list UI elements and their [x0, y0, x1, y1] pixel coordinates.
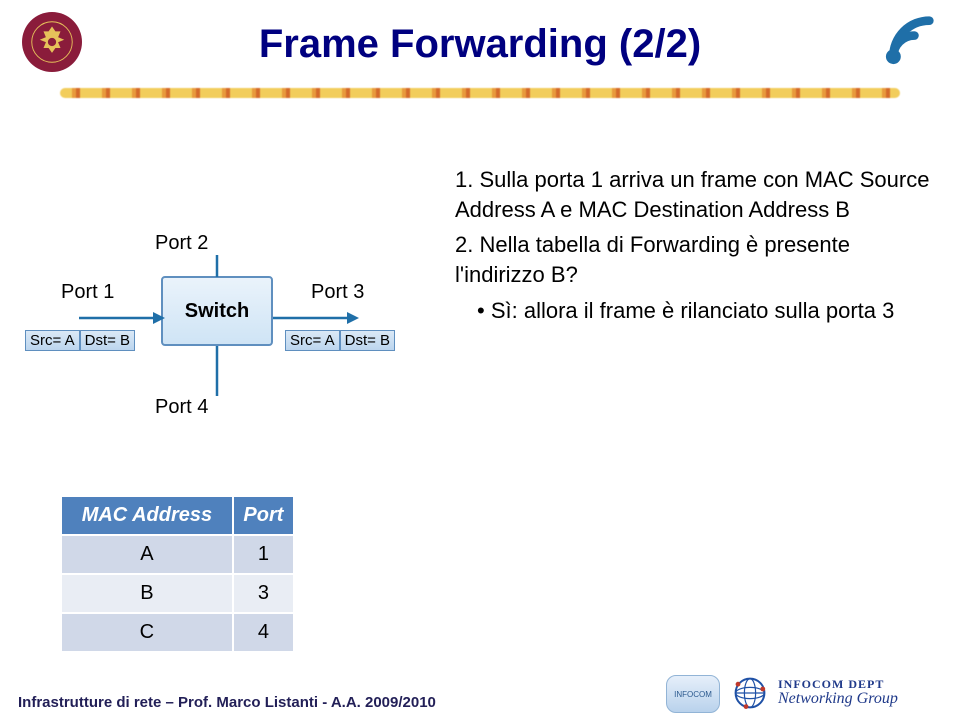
switch-diagram: Switch Port 2 Port 1 Port 3 Port 4 [25, 170, 425, 460]
table-cell-port: 4 [233, 613, 294, 652]
table-row: C 4 [61, 613, 294, 652]
footer-badge-networking: INFOCOM DEPT Networking Group [730, 671, 940, 715]
forwarding-table: MAC Address Port A 1 B 3 C 4 [60, 495, 295, 653]
footer-badge-infocom: INFOCOM [666, 675, 720, 713]
frame-right-dst: Dst= B [340, 330, 395, 351]
switch-label: Switch [185, 300, 249, 323]
port-2-label: Port 2 [155, 232, 208, 255]
arrow-out-port3 [273, 308, 363, 328]
footer-badge-line2: Networking Group [778, 691, 898, 708]
globe-icon [730, 673, 770, 713]
table-cell-port: 3 [233, 574, 294, 613]
bullet-item-2: 2. Nella tabella di Forwarding è present… [455, 230, 935, 289]
footer-text: Infrastrutture di rete – Prof. Marco Lis… [18, 694, 436, 711]
port-1-label: Port 1 [61, 281, 114, 304]
frame-right: Src= A Dst= B [285, 330, 395, 351]
bullet-item-1: 1. Sulla porta 1 arriva un frame con MAC… [455, 165, 935, 224]
table-row: A 1 [61, 535, 294, 574]
frame-right-src: Src= A [285, 330, 340, 351]
line-port4 [211, 346, 223, 396]
table-cell-mac: B [61, 574, 233, 613]
frame-left: Src= A Dst= B [25, 330, 135, 351]
table-cell-mac: C [61, 613, 233, 652]
table-row: B 3 [61, 574, 294, 613]
table-header-mac: MAC Address [61, 496, 233, 535]
port-3-label: Port 3 [311, 281, 364, 304]
bullet-list: 1. Sulla porta 1 arriva un frame con MAC… [455, 165, 935, 325]
slide-title: Frame Forwarding (2/2) [0, 22, 960, 67]
line-port2 [211, 255, 223, 285]
slide: Frame Forwarding (2/2) Switch Port 2 Por… [0, 0, 960, 725]
frame-left-src: Src= A [25, 330, 80, 351]
frame-left-dst: Dst= B [80, 330, 135, 351]
footer-badge-line1: INFOCOM DEPT [778, 678, 898, 691]
table-cell-mac: A [61, 535, 233, 574]
bullet-item-2-sub: Sì: allora il frame è rilanciato sulla p… [455, 296, 935, 326]
table-header-port: Port [233, 496, 294, 535]
decorative-rule [60, 88, 900, 98]
switch-box: Switch [161, 276, 273, 346]
port-4-label: Port 4 [155, 396, 208, 419]
arrow-in-port1 [79, 308, 169, 328]
table-cell-port: 1 [233, 535, 294, 574]
